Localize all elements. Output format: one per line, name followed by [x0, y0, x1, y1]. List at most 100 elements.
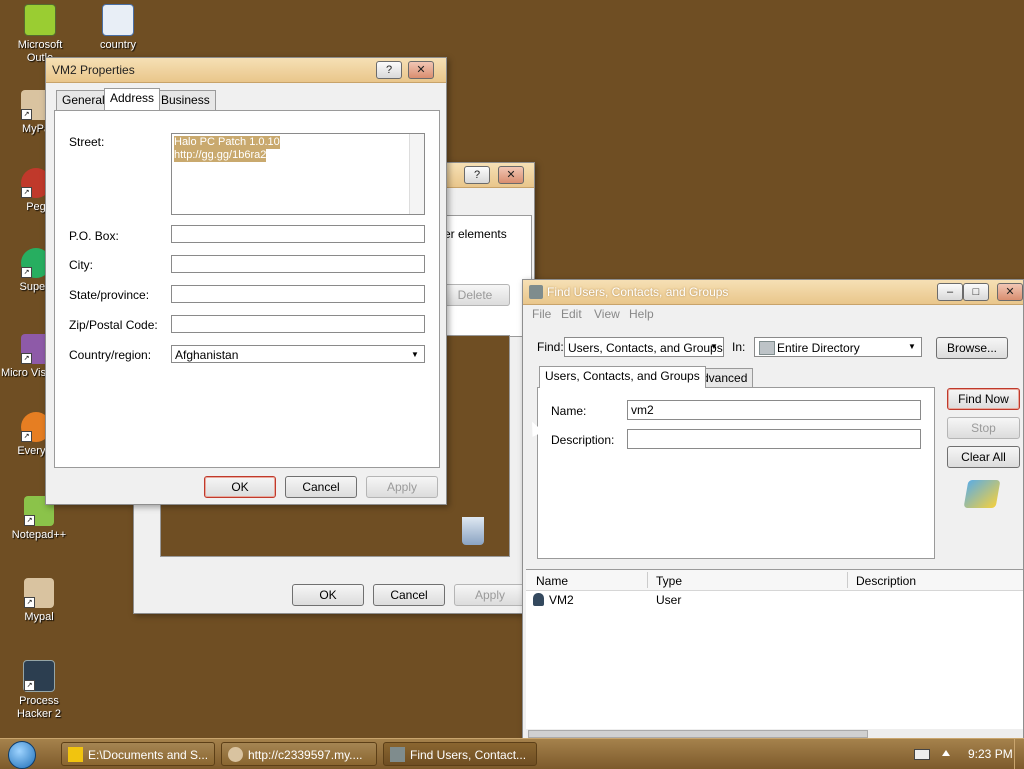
column-divider[interactable] — [647, 572, 648, 588]
apply-button[interactable]: Apply — [454, 584, 526, 606]
show-desktop-button[interactable] — [1014, 739, 1024, 769]
start-button[interactable] — [8, 741, 36, 769]
menu-view[interactable]: View — [594, 307, 620, 321]
state-field[interactable] — [171, 285, 425, 303]
in-dropdown[interactable]: Entire Directory ▼ — [754, 337, 922, 357]
desktop-icon-outlook[interactable]: Microsoft Outlo — [4, 4, 76, 65]
pobox-label: P.O. Box: — [69, 229, 119, 243]
row-name: VM2 — [549, 593, 574, 607]
raccoon-icon: ↗ — [24, 578, 54, 608]
menu-edit[interactable]: Edit — [561, 307, 582, 321]
search-panel: Name: vm2 Description: — [537, 387, 935, 559]
country-dropdown[interactable]: Afghanistan ▼ — [171, 345, 425, 363]
in-label: In: — [732, 340, 746, 354]
description-field[interactable] — [627, 429, 921, 449]
column-divider[interactable] — [847, 572, 848, 588]
taskbar-item-explorer[interactable]: E:\Documents and S... — [61, 742, 215, 766]
close-button[interactable]: ✕ — [498, 166, 524, 184]
clock[interactable]: 9:23 PM — [968, 747, 1013, 761]
folder-icon — [68, 747, 83, 762]
country-label: Country/region: — [69, 348, 152, 362]
properties-dialog: VM2 Properties ? ✕ General Address Busin… — [45, 57, 447, 505]
find-type-value: Users, Contacts, and Groups — [568, 341, 723, 355]
column-header-name[interactable]: Name — [536, 574, 568, 588]
column-header-type[interactable]: Type — [656, 574, 682, 588]
street-line: Halo PC Patch 1.0.10 — [174, 136, 280, 149]
menu-bar: File Edit View Help — [523, 305, 1023, 323]
tab-address[interactable]: Address — [104, 88, 161, 110]
cancel-button[interactable]: Cancel — [285, 476, 357, 498]
minimize-button[interactable]: – — [937, 283, 963, 301]
chevron-down-icon[interactable]: ▼ — [707, 340, 721, 353]
partial-label: er elements — [444, 227, 507, 241]
desktop-icon-process-hacker[interactable]: ↗ Process Hacker 2 — [3, 660, 75, 721]
street-label: Street: — [69, 135, 105, 149]
zip-field[interactable] — [171, 315, 425, 333]
document-icon — [102, 4, 134, 36]
country-value: Afghanistan — [175, 348, 239, 362]
stop-button[interactable]: Stop — [947, 417, 1020, 439]
state-label: State/province: — [69, 288, 150, 302]
tab-users-contacts-groups[interactable]: Users, Contacts, and Groups — [539, 366, 706, 388]
street-line: http://gg.gg/1b6ra2 — [174, 149, 267, 162]
ok-button[interactable]: OK — [204, 476, 276, 498]
tab-general[interactable]: General — [56, 90, 111, 110]
outlook-icon — [24, 4, 56, 36]
find-users-icon — [390, 747, 405, 762]
desktop-icon-country[interactable]: country — [82, 4, 154, 52]
results-list: Name Type Description VM2 User — [526, 569, 1023, 739]
desktop-icon-label: Mypal — [24, 611, 54, 623]
clear-all-button[interactable]: Clear All — [947, 446, 1020, 468]
apply-button[interactable]: Apply — [366, 476, 438, 498]
city-label: City: — [69, 258, 93, 272]
chevron-down-icon[interactable]: ▼ — [905, 340, 919, 353]
chevron-down-icon[interactable]: ▼ — [408, 348, 422, 361]
help-button[interactable]: ? — [376, 61, 402, 79]
row-type: User — [656, 593, 682, 607]
monitor-icon: ↗ — [23, 660, 55, 692]
street-textarea[interactable]: Halo PC Patch 1.0.10 http://gg.gg/1b6ra2 — [171, 133, 425, 215]
address-panel: Street: Halo PC Patch 1.0.10 http://gg.g… — [54, 110, 440, 468]
taskbar-item-label: http://c2339597.my.... — [248, 748, 363, 762]
menu-help[interactable]: Help — [629, 307, 654, 321]
ok-button[interactable]: OK — [292, 584, 364, 606]
name-field[interactable]: vm2 — [627, 400, 921, 420]
pobox-field[interactable] — [171, 225, 425, 243]
close-button[interactable]: ✕ — [408, 61, 434, 79]
tab-business[interactable]: Business — [155, 90, 216, 110]
delete-button[interactable]: Delete — [440, 284, 510, 306]
desktop-icon-label: Notepad++ — [11, 529, 67, 541]
results-header: Name Type Description — [526, 570, 1023, 591]
maximize-button[interactable]: □ — [963, 283, 989, 301]
taskbar-item-find-users[interactable]: Find Users, Contact... — [383, 742, 537, 766]
scrollbar[interactable] — [409, 134, 424, 214]
taskbar-item-label: E:\Documents and S... — [88, 748, 209, 762]
scrollbar-thumb[interactable] — [528, 730, 868, 738]
keyboard-icon[interactable] — [914, 749, 930, 760]
browse-button[interactable]: Browse... — [936, 337, 1008, 359]
help-button[interactable]: ? — [464, 166, 490, 184]
user-icon — [533, 593, 544, 606]
in-value: Entire Directory — [777, 341, 860, 355]
close-button[interactable]: ✕ — [997, 283, 1023, 301]
find-type-dropdown[interactable]: Users, Contacts, and Groups ▼ — [564, 337, 724, 357]
desktop-icon-label: country — [99, 39, 137, 51]
column-header-description[interactable]: Description — [856, 574, 916, 588]
taskbar-item-browser[interactable]: http://c2339597.my.... — [221, 742, 377, 766]
window-title: VM2 Properties — [52, 63, 135, 77]
desktop-icon-mypal[interactable]: ↗ Mypal — [3, 578, 75, 624]
table-row[interactable]: VM2 User — [526, 591, 1023, 609]
taskbar-item-label: Find Users, Contact... — [410, 748, 527, 762]
cancel-button[interactable]: Cancel — [373, 584, 445, 606]
search-animation-icon — [963, 480, 1001, 508]
city-field[interactable] — [171, 255, 425, 273]
desktop-icon-label: Process Hacker 2 — [16, 695, 62, 720]
recycle-bin-icon — [462, 517, 484, 545]
menu-file[interactable]: File — [532, 307, 551, 321]
find-now-button[interactable]: Find Now — [947, 388, 1020, 410]
directory-icon — [759, 341, 775, 355]
raccoon-icon — [228, 747, 243, 762]
name-label: Name: — [551, 404, 587, 418]
find-dialog: Find Users, Contacts, and Groups – □ ✕ F… — [522, 279, 1024, 739]
tray-arrow-icon[interactable] — [942, 750, 950, 756]
